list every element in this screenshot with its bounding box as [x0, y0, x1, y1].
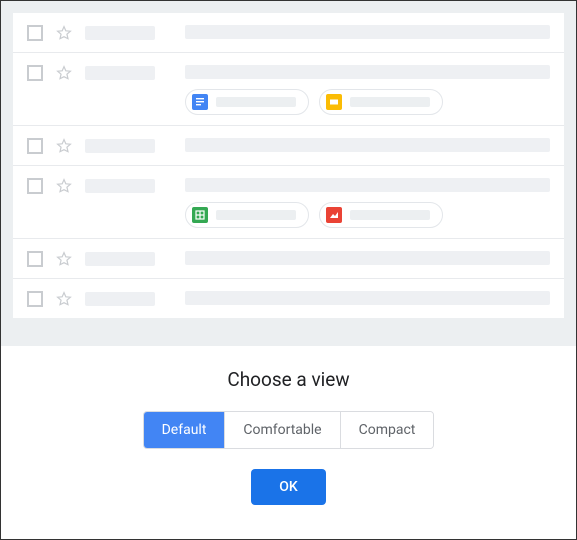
row-body: [185, 289, 550, 305]
density-segmented-control: Default Comfortable Compact: [143, 411, 435, 449]
attachment-chips: [185, 202, 550, 228]
density-option-default[interactable]: Default: [144, 412, 225, 448]
row-body: [185, 176, 550, 228]
star-icon[interactable]: [55, 24, 73, 42]
checkbox-icon[interactable]: [27, 291, 43, 307]
sender-skeleton: [85, 26, 155, 40]
row-body: [185, 23, 550, 39]
star-icon[interactable]: [55, 290, 73, 308]
sheets-icon: [192, 207, 208, 223]
email-row: [13, 126, 564, 166]
star-icon[interactable]: [55, 177, 73, 195]
star-icon[interactable]: [55, 64, 73, 82]
ok-button[interactable]: OK: [251, 469, 326, 505]
image-icon: [326, 207, 342, 223]
checkbox-icon[interactable]: [27, 65, 43, 81]
subject-skeleton: [185, 251, 550, 265]
dialog-title: Choose a view: [227, 368, 349, 391]
attachment-chips: [185, 89, 550, 115]
density-option-comfortable[interactable]: Comfortable: [224, 412, 339, 448]
sender-skeleton: [85, 139, 155, 153]
sender-skeleton: [85, 66, 155, 80]
density-option-compact[interactable]: Compact: [340, 412, 434, 448]
attachment-chip-sheets[interactable]: [185, 202, 309, 228]
row-body: [185, 63, 550, 115]
density-preview: [1, 1, 576, 346]
chip-label-skeleton: [216, 210, 296, 220]
attachment-chip-docs[interactable]: [185, 89, 309, 115]
subject-skeleton: [185, 25, 550, 39]
chip-label-skeleton: [350, 97, 430, 107]
sender-skeleton: [85, 292, 155, 306]
sender-skeleton: [85, 179, 155, 193]
checkbox-icon[interactable]: [27, 251, 43, 267]
subject-skeleton: [185, 178, 550, 192]
attachment-chip-slides[interactable]: [319, 89, 443, 115]
email-row: [13, 13, 564, 53]
star-icon[interactable]: [55, 250, 73, 268]
row-body: [185, 136, 550, 152]
slides-icon: [326, 94, 342, 110]
email-row: [13, 166, 564, 239]
attachment-chip-image[interactable]: [319, 202, 443, 228]
subject-skeleton: [185, 138, 550, 152]
sender-skeleton: [85, 252, 155, 266]
choose-view-panel: Choose a view Default Comfortable Compac…: [1, 346, 576, 523]
subject-skeleton: [185, 65, 550, 79]
chip-label-skeleton: [350, 210, 430, 220]
checkbox-icon[interactable]: [27, 25, 43, 41]
email-row: [13, 53, 564, 126]
chip-label-skeleton: [216, 97, 296, 107]
email-list-preview: [13, 13, 564, 318]
email-row: [13, 239, 564, 279]
docs-icon: [192, 94, 208, 110]
checkbox-icon[interactable]: [27, 178, 43, 194]
email-row: [13, 279, 564, 318]
checkbox-icon[interactable]: [27, 138, 43, 154]
star-icon[interactable]: [55, 137, 73, 155]
row-body: [185, 249, 550, 265]
subject-skeleton: [185, 291, 550, 305]
